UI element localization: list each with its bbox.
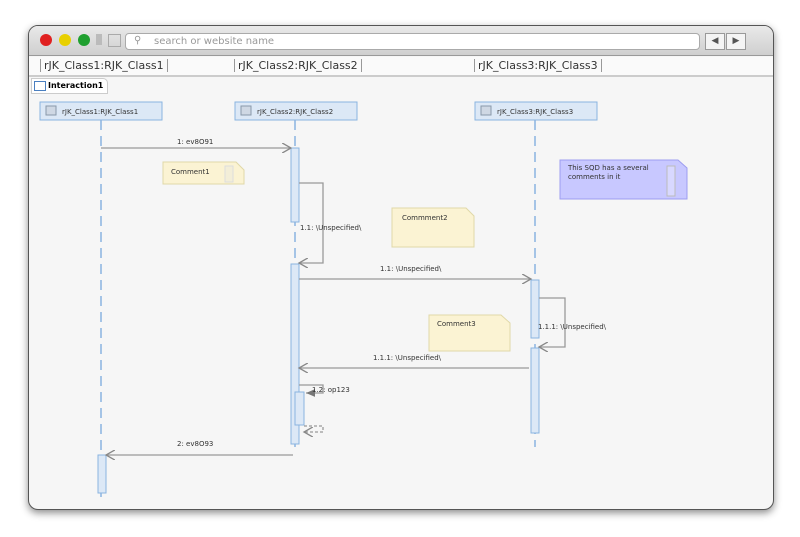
class-icon (45, 105, 57, 116)
note-line-2: comments in it (568, 173, 621, 181)
note-line-1: This SQD has a several (567, 164, 649, 172)
sequence-diagram: rJK_Class1:RJK_Class1 rJK_Class2:RJK_Cla… (39, 101, 688, 497)
class-icon (240, 105, 252, 116)
lifeline-1-label: rJK_Class1:RJK_Class1 (62, 108, 138, 116)
message-label: 1.1.1: \Unspecified\ (373, 354, 442, 362)
comment-2-text: Commment2 (402, 214, 448, 222)
comment-1-text: Comment1 (171, 168, 210, 176)
activation[interactable] (294, 391, 305, 426)
message-1-1-self[interactable] (299, 182, 324, 263)
lifeline-2-label: rJK_Class2:RJK_Class2 (257, 108, 333, 116)
message-1-2-return[interactable] (304, 425, 324, 432)
message-label: 1.1.1: \Unspecified\ (538, 323, 607, 331)
activation[interactable] (97, 454, 107, 494)
message-label: 1.2: op123 (312, 386, 350, 394)
activation[interactable] (290, 147, 300, 223)
scroll-arrows-icon[interactable] (224, 165, 234, 183)
class-icon (480, 105, 492, 116)
message-label: 1: ev8O91 (177, 138, 213, 146)
message-label: 2: ev8O93 (177, 440, 213, 448)
lifeline-3-label: rJK_Class3:RJK_Class3 (497, 108, 573, 116)
message-label: 1.1: \Unspecified\ (300, 224, 362, 232)
comment-3-text: Comment3 (437, 320, 476, 328)
message-label: 1.1: \Unspecified\ (380, 265, 442, 273)
activation[interactable] (530, 347, 540, 434)
scrollbar[interactable] (666, 165, 676, 197)
